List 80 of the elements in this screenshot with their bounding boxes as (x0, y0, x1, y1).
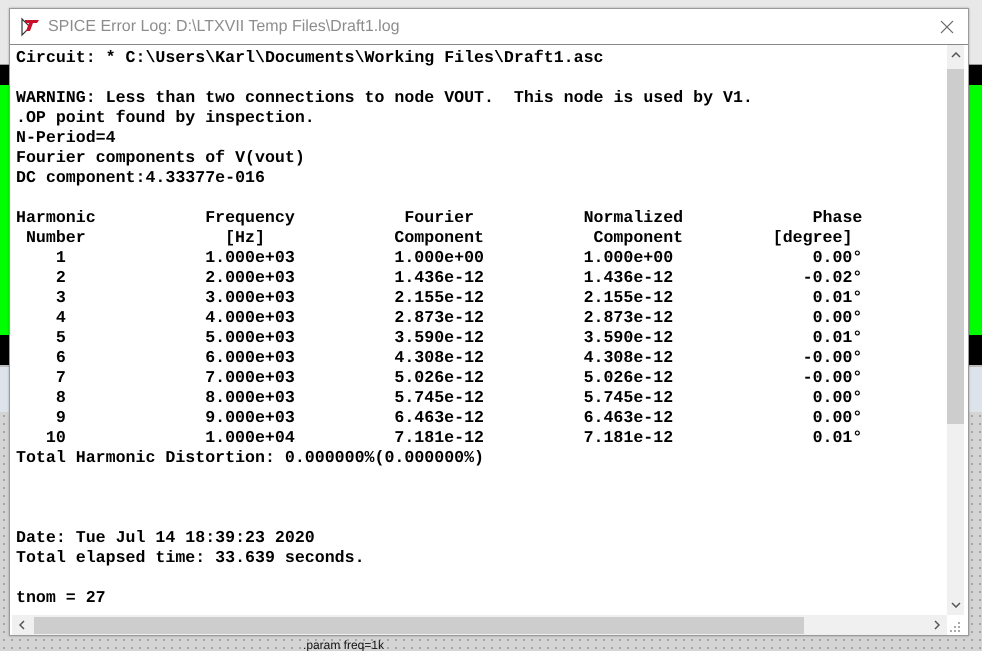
table-cell: 0.01° (812, 288, 862, 308)
table-cell: 3.590e-12 (394, 328, 484, 348)
close-icon[interactable] (940, 20, 954, 34)
table-cell: 3.000e+03 (205, 288, 295, 308)
table-cell: 4.308e-12 (394, 348, 484, 368)
table-cell-text: 3 (54, 288, 66, 308)
table-cell: 1.000e+04 (205, 428, 295, 448)
table-cell: 6.000e+03 (205, 348, 295, 368)
table-cell-text: 1 (54, 248, 66, 268)
table-cell: 2.873e-12 (584, 308, 674, 328)
log-line: DC component:4.33377e-016 (16, 168, 265, 188)
log-line: Circuit: * C:\Users\Karl\Documents\Working Files\Draft1.asc (16, 48, 604, 68)
table-cell: 6.463e-12 (584, 408, 674, 428)
column-header: [Hz] (224, 228, 265, 248)
column-header: Component (394, 228, 484, 248)
logo-icon (20, 16, 40, 36)
table-cell: 7.000e+03 (205, 368, 295, 388)
table-cell: 5.745e-12 (394, 388, 484, 408)
table-cell: 3.590e-12 (584, 328, 674, 348)
log-line: Fourier components of V(vout) (16, 148, 305, 168)
table-cell-text: 4 (54, 308, 66, 328)
table-cell: 5.000e+03 (205, 328, 295, 348)
scroll-down-icon[interactable] (950, 602, 960, 608)
column-header: Number (24, 228, 86, 248)
log-line: .OP point found by inspection. (16, 108, 315, 128)
column-header: Fourier (403, 208, 474, 228)
table-cell: 0.00° (812, 388, 862, 408)
column-header: Phase (812, 208, 862, 228)
column-header: Harmonic (16, 208, 96, 228)
table-cell: 2.873e-12 (394, 308, 484, 328)
scroll-right-icon[interactable] (934, 620, 940, 630)
table-cell: 5.026e-12 (584, 368, 674, 388)
table-cell: 4.000e+03 (205, 308, 295, 328)
table-cell: 4.308e-12 (584, 348, 674, 368)
table-cell-text: 10 (44, 428, 66, 448)
log-line: Date: Tue Jul 14 18:39:23 2020 (16, 528, 315, 548)
table-cell: 2.155e-12 (394, 288, 484, 308)
table-cell: -0.02° (802, 268, 862, 288)
window-title: SPICE Error Log: D:\LTXVII Temp Files\Draft1.log (48, 18, 401, 36)
vertical-scrollbar[interactable] (947, 45, 964, 615)
table-cell-text: 6 (54, 348, 66, 368)
table-cell: 1.000e+00 (394, 248, 484, 268)
table-cell: 9.000e+03 (205, 408, 295, 428)
table-cell-text: 5 (54, 328, 66, 348)
table-cell: 5.745e-12 (584, 388, 674, 408)
resize-grip-icon[interactable] (950, 622, 960, 632)
column-header: [degree] (772, 228, 852, 248)
horizontal-scrollbar[interactable] (12, 615, 947, 635)
column-header: Component (592, 228, 684, 248)
table-cell: 7.181e-12 (394, 428, 484, 448)
scroll-left-icon[interactable] (19, 620, 25, 630)
table-cell: 8.000e+03 (205, 388, 295, 408)
log-line: WARNING: Less than two connections to node VOUT. This node is used by V1. (16, 88, 753, 108)
table-cell: 6.463e-12 (394, 408, 484, 428)
table-cell: 0.01° (812, 328, 862, 348)
table-cell: -0.00° (802, 348, 862, 368)
log-line: Total Harmonic Distortion: 0.000000%(0.000000%) (16, 448, 484, 468)
table-cell: 1.436e-12 (584, 268, 674, 288)
table-cell: 0.00° (812, 408, 862, 428)
scroll-up-icon[interactable] (950, 52, 960, 58)
log-line: Total elapsed time: 33.639 seconds. (16, 548, 365, 568)
table-cell-text: 2 (54, 268, 66, 288)
table-cell-text: 9 (54, 408, 66, 428)
column-header: Normalized (584, 208, 684, 228)
table-cell: 1.000e+03 (205, 248, 295, 268)
table-cell: 7.181e-12 (584, 428, 674, 448)
table-cell: 0.00° (812, 248, 862, 268)
table-cell: 5.026e-12 (394, 368, 484, 388)
table-cell: 0.01° (812, 428, 862, 448)
table-cell: 2.000e+03 (205, 268, 295, 288)
column-header: Frequency (205, 208, 295, 228)
log-line: N-Period=4 (16, 128, 116, 148)
table-cell-text: 7 (54, 368, 66, 388)
log-line: tnom = 27 (16, 588, 106, 608)
table-cell: -0.00° (802, 368, 862, 388)
table-cell: 1.000e+00 (584, 248, 674, 268)
table-cell-text: 8 (54, 388, 66, 408)
table-cell: 0.00° (812, 308, 862, 328)
table-cell: 2.155e-12 (584, 288, 674, 308)
table-cell: 1.436e-12 (394, 268, 484, 288)
